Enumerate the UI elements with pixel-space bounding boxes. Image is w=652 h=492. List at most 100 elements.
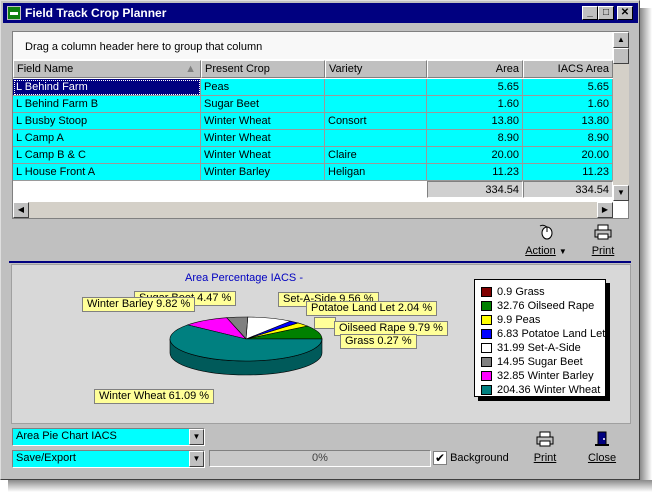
close-icon: ✕ bbox=[620, 7, 630, 18]
label-peas-stub bbox=[314, 317, 336, 329]
column-header-field-name[interactable]: Field Name ▲ bbox=[13, 60, 201, 78]
table-cell[interactable]: Claire bbox=[325, 147, 427, 164]
table-cell[interactable]: L Behind Farm B bbox=[13, 96, 201, 113]
table-cell[interactable]: L Behind Farm bbox=[13, 79, 201, 96]
table-cell[interactable] bbox=[325, 79, 427, 96]
legend-swatch bbox=[481, 287, 492, 297]
table-cell[interactable]: 5.65 bbox=[523, 79, 613, 96]
grid-print-label: Print bbox=[591, 245, 615, 257]
grid-vertical-scrollbar[interactable]: ▲ ▼ bbox=[613, 32, 629, 201]
scroll-right-button[interactable]: ▶ bbox=[597, 202, 613, 218]
crop-grid: Drag a column header here to group that … bbox=[12, 31, 629, 219]
table-cell[interactable]: 13.80 bbox=[427, 113, 523, 130]
scroll-down-button[interactable]: ▼ bbox=[613, 185, 629, 201]
table-cell[interactable]: 8.90 bbox=[427, 130, 523, 147]
label-potatoe-land-let: Potatoe Land Let 2.04 % bbox=[306, 301, 438, 316]
table-cell[interactable]: L House Front A bbox=[13, 164, 201, 181]
table-cell[interactable]: Peas bbox=[201, 79, 325, 96]
label-grass: Grass 0.27 % bbox=[340, 334, 417, 349]
table-cell[interactable] bbox=[325, 96, 427, 113]
table-cell[interactable]: 20.00 bbox=[523, 147, 613, 164]
grid-print-button[interactable]: Print bbox=[585, 224, 621, 257]
arrow-right-icon: ▶ bbox=[601, 205, 609, 214]
scroll-up-button[interactable]: ▲ bbox=[613, 32, 629, 48]
table-cell[interactable]: 5.65 bbox=[427, 79, 523, 96]
table-cell[interactable]: 1.60 bbox=[523, 96, 613, 113]
background-toggle[interactable]: ✔ Background bbox=[433, 451, 509, 465]
table-cell[interactable]: 1.60 bbox=[427, 96, 523, 113]
maximize-icon: □ bbox=[602, 7, 610, 18]
legend-label: 31.99 Set-A-Side bbox=[497, 342, 581, 354]
table-row[interactable]: L House Front A Winter Barley Heligan 11.23… bbox=[13, 164, 613, 181]
table-cell[interactable]: Winter Barley bbox=[201, 164, 325, 181]
progress-text: 0% bbox=[312, 452, 328, 464]
table-cell[interactable]: 13.80 bbox=[523, 113, 613, 130]
legend-swatch bbox=[481, 357, 492, 367]
table-row[interactable]: L Behind Farm B Sugar Beet 1.60 1.60 bbox=[13, 96, 613, 113]
printer-icon bbox=[594, 224, 612, 240]
table-cell[interactable]: Sugar Beet bbox=[201, 96, 325, 113]
legend-swatch bbox=[481, 329, 492, 339]
group-by-area[interactable]: Drag a column header here to group that … bbox=[13, 32, 612, 59]
column-header-present-crop[interactable]: Present Crop bbox=[201, 60, 325, 78]
table-cell[interactable]: Heligan bbox=[325, 164, 427, 181]
legend-swatch bbox=[481, 343, 492, 353]
table-cell[interactable]: L Busby Stoop bbox=[13, 113, 201, 130]
column-header-area[interactable]: Area bbox=[427, 60, 523, 78]
app-window: Field Track Crop Planner _ □ ✕ Drag a co… bbox=[0, 0, 640, 480]
chevron-down-icon[interactable]: ▼ bbox=[189, 429, 204, 445]
table-cell[interactable]: Winter Wheat bbox=[201, 130, 325, 147]
chart-print-button[interactable]: Print bbox=[527, 431, 563, 464]
table-cell[interactable]: Winter Wheat bbox=[201, 113, 325, 130]
scroll-left-button[interactable]: ◀ bbox=[13, 202, 29, 218]
group-hint: Drag a column header here to group that … bbox=[25, 41, 263, 53]
column-header-variety[interactable]: Variety bbox=[325, 60, 427, 78]
table-row[interactable]: L Behind Farm Peas 5.65 5.65 bbox=[13, 79, 613, 96]
table-cell[interactable]: L Camp A bbox=[13, 130, 201, 147]
table-row[interactable]: L Camp B & C Winter Wheat Claire 20.00 20.00 bbox=[13, 147, 613, 164]
table-cell[interactable]: 8.90 bbox=[523, 130, 613, 147]
door-exit-icon bbox=[595, 431, 609, 446]
title-bar[interactable]: Field Track Crop Planner _ □ ✕ bbox=[3, 3, 638, 23]
table-cell[interactable]: 11.23 bbox=[523, 164, 613, 181]
action-button[interactable]: Action ▼ bbox=[523, 224, 569, 257]
table-cell[interactable]: Winter Wheat bbox=[201, 147, 325, 164]
action-label: Action bbox=[525, 245, 556, 257]
mouse-icon bbox=[539, 224, 553, 240]
separator bbox=[9, 261, 631, 263]
table-cell[interactable]: L Camp B & C bbox=[13, 147, 201, 164]
legend-label: 204.36 Winter Wheat bbox=[497, 384, 601, 396]
minimize-icon: _ bbox=[587, 7, 593, 18]
chart-panel: Area Percentage IACS - Sugar Beet 4.47 %… bbox=[11, 264, 631, 424]
export-select[interactable]: Save/Export ▼ bbox=[12, 450, 205, 468]
legend-swatch bbox=[481, 301, 492, 311]
table-cell[interactable]: 20.00 bbox=[427, 147, 523, 164]
legend-label: 0.9 Grass bbox=[497, 286, 545, 298]
chart-type-select[interactable]: Area Pie Chart IACS ▼ bbox=[12, 428, 205, 446]
scroll-thumb[interactable] bbox=[613, 48, 629, 64]
legend-swatch bbox=[481, 385, 492, 395]
printer-icon bbox=[536, 431, 554, 447]
close-button[interactable]: Close bbox=[583, 431, 621, 464]
column-header-iacs-area[interactable]: IACS Area bbox=[523, 60, 613, 78]
chart-type-value: Area Pie Chart IACS bbox=[16, 430, 117, 442]
table-row[interactable]: L Busby Stoop Winter Wheat Consort 13.80 13.… bbox=[13, 113, 613, 130]
table-cell[interactable]: 11.23 bbox=[427, 164, 523, 181]
close-label: Close bbox=[587, 452, 617, 464]
label-winter-wheat: Winter Wheat 61.09 % bbox=[94, 389, 215, 404]
arrow-up-icon: ▲ bbox=[617, 35, 625, 44]
sort-arrow-icon: ▲ bbox=[185, 63, 196, 75]
table-row[interactable]: L Camp A Winter Wheat 8.90 8.90 bbox=[13, 130, 613, 147]
arrow-down-icon: ▼ bbox=[617, 188, 625, 197]
table-cell[interactable] bbox=[325, 130, 427, 147]
iacs-area-total: 334.54 bbox=[523, 181, 613, 198]
legend-label: 6.83 Potatoe Land Let bbox=[497, 328, 606, 340]
minimize-button[interactable]: _ bbox=[582, 6, 598, 20]
table-cell[interactable]: Consort bbox=[325, 113, 427, 130]
close-window-button[interactable]: ✕ bbox=[617, 6, 633, 20]
legend-label: 32.85 Winter Barley bbox=[497, 370, 594, 382]
legend-label: 14.95 Sugar Beet bbox=[497, 356, 583, 368]
chevron-down-icon[interactable]: ▼ bbox=[189, 451, 204, 467]
grid-horizontal-scrollbar[interactable]: ◀ ▶ bbox=[13, 202, 613, 218]
maximize-button[interactable]: □ bbox=[598, 6, 614, 20]
